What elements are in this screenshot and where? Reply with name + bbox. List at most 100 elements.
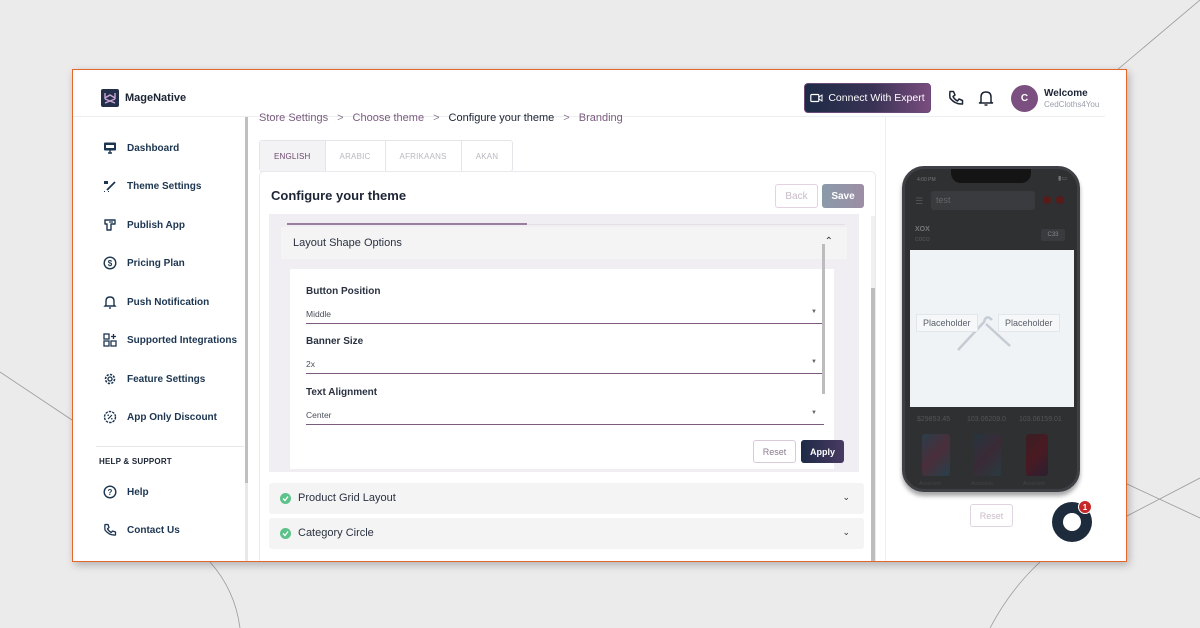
banner-size-select[interactable]: 2x ▼	[306, 356, 824, 374]
check-circle-icon	[280, 493, 291, 504]
phone-header-badge: C33	[1041, 229, 1065, 241]
breadcrumb-item[interactable]: Choose theme	[353, 112, 425, 124]
breadcrumb-separator: >	[433, 112, 440, 124]
breadcrumb-separator: >	[337, 112, 344, 124]
breadcrumb-current: Configure your theme	[448, 112, 555, 124]
layout-shape-options-header[interactable]: Layout Shape Options ⌃	[281, 227, 847, 259]
store-name: CedCloths4You	[1044, 100, 1100, 109]
apply-button[interactable]: Apply	[801, 440, 844, 463]
sidebar-item-label: Pricing Plan	[127, 257, 185, 269]
tab-akan[interactable]: AKAN	[462, 141, 513, 171]
phone-icon	[104, 523, 117, 536]
phone-header-subtitle: coco	[915, 236, 930, 243]
preview-reset-button[interactable]: Reset	[970, 504, 1013, 527]
sidebar-item-label: Publish App	[127, 219, 185, 231]
magenative-logo-icon	[101, 89, 119, 107]
reset-button[interactable]: Reset	[753, 440, 796, 463]
button-position-label: Button Position	[306, 286, 381, 297]
phone-header-title: XOX	[915, 226, 930, 233]
button-position-select[interactable]: Middle ▼	[306, 306, 824, 324]
phone-notch	[951, 169, 1031, 183]
cart-badge-icon	[1043, 196, 1051, 204]
section-progress-fill	[287, 223, 527, 225]
hamburger-menu-icon: ☰	[915, 196, 924, 206]
breadcrumb-item[interactable]: Branding	[579, 112, 623, 124]
sidebar-item-publish-app[interactable]: Publish App	[103, 218, 185, 232]
sidebar-item-label: Theme Settings	[127, 180, 202, 192]
breadcrumb-item[interactable]: Store Settings	[259, 112, 328, 124]
sidebar-item-theme-settings[interactable]: Theme Settings	[103, 179, 201, 193]
accordion-category-circle[interactable]: Category Circle ⌄	[269, 518, 864, 549]
options-panel: Layout Shape Options ⌃ Button Position M…	[269, 214, 859, 472]
tab-afrikaans[interactable]: AFRIKAANS	[386, 141, 462, 171]
sidebar-item-dashboard[interactable]: Dashboard	[103, 141, 179, 155]
back-button[interactable]: Back	[775, 184, 818, 208]
product-label: Accessori	[971, 481, 993, 487]
question-circle-icon: ?	[103, 485, 117, 499]
page-title: Configure your theme	[271, 188, 407, 203]
sidebar-item-label: Help	[127, 486, 149, 498]
paint-brush-icon	[104, 181, 116, 192]
sidebar-divider	[96, 446, 244, 447]
sidebar-item-app-only-discount[interactable]: App Only Discount	[103, 410, 217, 424]
text-alignment-select[interactable]: Center ▼	[306, 407, 824, 425]
accordion-title: Category Circle	[298, 527, 374, 539]
dropdown-arrow-icon: ▼	[811, 359, 817, 365]
help-support-heading: HELP & SUPPORT	[99, 457, 172, 466]
check-circle-icon	[280, 528, 291, 539]
tab-arabic[interactable]: ARABIC	[326, 141, 386, 171]
tab-english[interactable]: ENGLISH	[260, 141, 326, 171]
chat-bubble-icon	[1063, 513, 1081, 531]
sidebar-item-supported-integrations[interactable]: Supported Integrations	[103, 333, 237, 347]
dropdown-arrow-icon: ▼	[811, 309, 817, 315]
bell-icon	[103, 296, 117, 309]
preview-divider	[885, 117, 886, 561]
dollar-circle-icon: $	[103, 256, 117, 270]
svg-text:$: $	[108, 259, 113, 268]
sidebar-item-help[interactable]: ? Help	[103, 485, 149, 499]
form-scrollbar[interactable]	[822, 244, 825, 394]
sidebar-item-contact-us[interactable]: Contact Us	[103, 523, 180, 537]
banner-size-label: Banner Size	[306, 336, 364, 347]
app-window: MageNative Connect With Expert C Welcome…	[72, 69, 1127, 562]
svg-text:?: ?	[108, 488, 113, 497]
sidebar-item-label: Push Notification	[127, 296, 210, 308]
phone-status-time: 4:00 PM	[917, 177, 936, 183]
dropdown-arrow-icon: ▼	[811, 410, 817, 416]
brand-logo[interactable]: MageNative	[101, 89, 186, 107]
sidebar-item-label: Contact Us	[127, 524, 180, 536]
select-value: Middle	[306, 309, 332, 319]
sidebar-item-label: Feature Settings	[127, 373, 206, 385]
phone-icon[interactable]	[947, 89, 965, 107]
breadcrumb-separator: >	[563, 112, 570, 124]
sidebar-scrollbar[interactable]	[245, 117, 248, 483]
connect-with-expert-button[interactable]: Connect With Expert	[804, 83, 931, 113]
chat-notification-badge: 1	[1078, 500, 1092, 514]
main-scrollbar[interactable]	[871, 288, 875, 561]
discount-badge-icon	[103, 410, 117, 424]
sidebar-item-feature-settings[interactable]: Feature Settings	[103, 372, 205, 386]
sidebar-nav: Dashboard Theme Settings Publish App $ P…	[73, 117, 249, 561]
product-price: 103.06159.01	[1019, 416, 1062, 423]
chevron-down-icon: ⌄	[842, 492, 850, 502]
phone-banner: Placeholder Placeholder	[910, 250, 1074, 407]
sidebar-item-label: Supported Integrations	[127, 334, 237, 346]
sidebar-item-push-notification[interactable]: Push Notification	[103, 295, 209, 309]
user-avatar[interactable]: C	[1011, 85, 1038, 112]
video-camera-icon	[810, 93, 823, 103]
section-title: Layout Shape Options	[293, 237, 402, 249]
accordion-title: Product Grid Layout	[298, 492, 396, 504]
product-label: Accessori	[1023, 481, 1045, 487]
accordion-product-grid-layout[interactable]: Product Grid Layout ⌄	[269, 483, 864, 514]
select-value: Center	[306, 410, 332, 420]
bell-icon[interactable]	[977, 89, 995, 107]
brand-name: MageNative	[125, 92, 187, 104]
save-button[interactable]: Save	[822, 184, 864, 208]
monitor-icon	[104, 142, 116, 154]
user-welcome[interactable]: Welcome CedCloths4You	[1044, 88, 1099, 109]
sidebar-item-pricing-plan[interactable]: $ Pricing Plan	[103, 256, 185, 270]
sidebar-item-label: Dashboard	[127, 142, 180, 154]
select-value: 2x	[306, 359, 315, 369]
banner-placeholder-button: Placeholder	[916, 314, 978, 332]
top-header: MageNative Connect With Expert C Welcome…	[73, 70, 1105, 117]
